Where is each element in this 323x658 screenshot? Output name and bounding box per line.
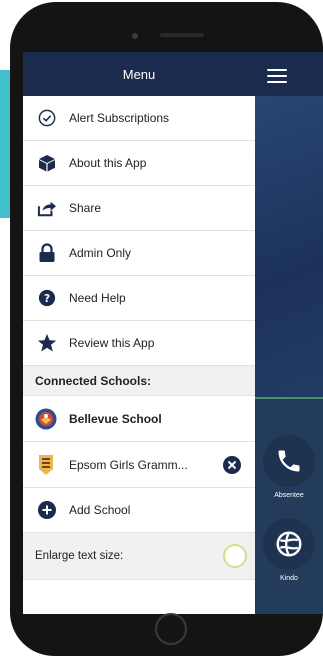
- absentee-tile[interactable]: [263, 435, 315, 487]
- menu-item-label: Need Help: [69, 291, 126, 305]
- school-name: Epsom Girls Gramm...: [69, 457, 188, 472]
- menu-item-need-help[interactable]: ? Need Help: [23, 276, 255, 321]
- cube-icon: [37, 153, 57, 173]
- school-crest-icon: [35, 408, 57, 430]
- kindo-tile[interactable]: [263, 518, 315, 570]
- add-school-button[interactable]: Add School: [23, 488, 255, 533]
- enlarge-text-label: Enlarge text size:: [35, 550, 124, 562]
- menu-item-label: Admin Only: [69, 246, 132, 260]
- kindo-label: Kindo: [280, 575, 298, 582]
- drawer-title: Menu: [122, 66, 156, 82]
- remove-school-icon[interactable]: [223, 456, 241, 474]
- absentee-label: Absentee: [274, 492, 304, 499]
- school-item-bellevue[interactable]: Bellevue School: [23, 396, 255, 442]
- menu-item-label: Review this App: [69, 336, 155, 350]
- menu-item-label: Alert Subscriptions: [69, 111, 170, 125]
- menu-item-alert-subscriptions[interactable]: Alert Subscriptions: [23, 96, 255, 141]
- home-button[interactable]: [155, 613, 187, 645]
- menu-item-admin-only[interactable]: Admin Only: [23, 231, 255, 276]
- school-name: Bellevue School: [69, 411, 162, 426]
- school-item-epsom[interactable]: Epsom Girls Gramm...: [23, 442, 255, 488]
- school-crest-icon: [35, 454, 57, 476]
- hamburger-menu-icon[interactable]: [267, 69, 287, 83]
- share-icon: [37, 198, 57, 218]
- speaker-grille: [160, 33, 204, 37]
- app-header: [255, 52, 323, 96]
- kindo-icon: [276, 531, 302, 557]
- phone-screen: Absentee Kindo Menu Alert Subscriptions …: [23, 52, 323, 614]
- enlarge-text-toggle[interactable]: [223, 544, 247, 568]
- phone-top-bezel: [10, 2, 323, 54]
- menu-item-about-this-app[interactable]: About this App: [23, 141, 255, 186]
- plus-circle-icon: [37, 500, 57, 520]
- add-school-label: Add School: [69, 503, 131, 517]
- drawer-header: Menu: [23, 52, 255, 96]
- enlarge-text-row: Enlarge text size:: [23, 533, 255, 580]
- connected-schools-heading: Connected Schools:: [23, 366, 255, 396]
- check-circle-icon: [37, 108, 57, 128]
- lock-icon: [37, 243, 57, 263]
- star-icon: [37, 333, 57, 353]
- side-drawer: Menu Alert Subscriptions About this App …: [23, 52, 255, 614]
- menu-item-label: Share: [69, 201, 102, 215]
- menu-item-review-this-app[interactable]: Review this App: [23, 321, 255, 366]
- phone-icon: [278, 450, 300, 472]
- svg-text:?: ?: [44, 292, 50, 305]
- camera-icon: [132, 33, 138, 39]
- menu-item-share[interactable]: Share: [23, 186, 255, 231]
- app-divider: [255, 397, 323, 399]
- menu-item-label: About this App: [69, 156, 147, 170]
- question-circle-icon: ?: [37, 288, 57, 308]
